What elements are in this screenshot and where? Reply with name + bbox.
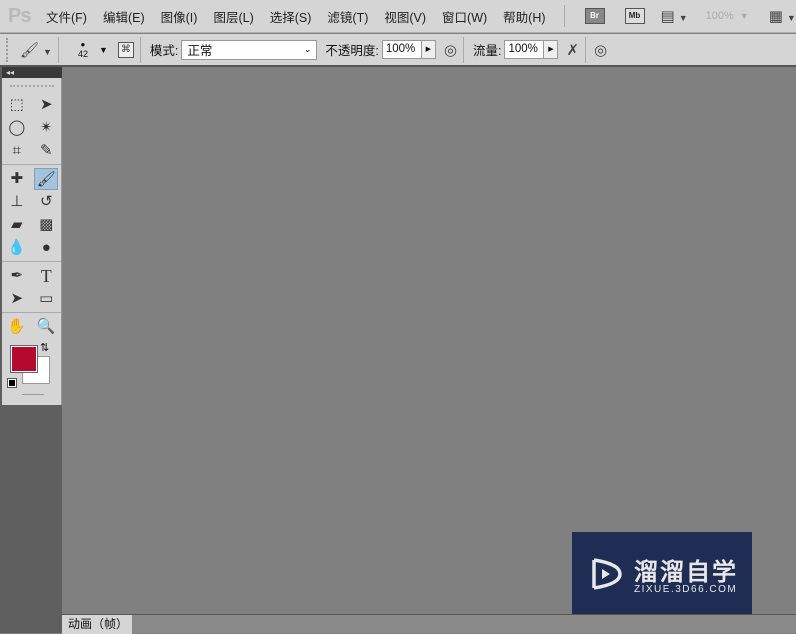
gradient-tool-icon[interactable]: ▩ bbox=[34, 214, 58, 236]
watermark-title: 溜溜自学 bbox=[634, 559, 738, 586]
menu-help[interactable]: 帮助(H) bbox=[503, 7, 545, 26]
flow-slider-button[interactable]: ▶ bbox=[544, 40, 559, 59]
default-colors-icon[interactable] bbox=[7, 378, 17, 388]
menu-bar: Ps 文件(F) 编辑(E) 图像(I) 图层(L) 选择(S) 滤镜(T) 视… bbox=[0, 0, 796, 33]
airbrush-icon[interactable]: ✗ bbox=[566, 41, 579, 59]
pen-tool-icon[interactable]: ✒ bbox=[5, 265, 29, 287]
pressure-size-icon[interactable]: ◎ bbox=[594, 41, 607, 59]
options-bar: 🖌 ▼ ● 42 ▼ ⌘ 模式: 正常 ⌄ 不透明度: 100% ▶ ◎ 流量: 10… bbox=[0, 34, 796, 67]
dodge-tool-icon[interactable]: ● bbox=[34, 237, 58, 259]
mini-bridge-button[interactable]: Mb bbox=[624, 8, 645, 24]
grip-handle[interactable] bbox=[6, 37, 10, 62]
brush-panel-toggle-icon[interactable]: ⌘ bbox=[117, 41, 134, 58]
eraser-tool-icon[interactable]: ▰ bbox=[5, 214, 29, 236]
clone-stamp-tool-icon[interactable]: ⊥ bbox=[5, 191, 29, 213]
healing-brush-tool-icon[interactable]: ✚ bbox=[5, 168, 29, 190]
photoshop-logo: Ps bbox=[8, 4, 31, 27]
watermark-logo: 溜溜自学 ZIXUE.3D66.COM bbox=[572, 532, 752, 616]
toolbar-collapse-button[interactable]: ◂◂ bbox=[2, 67, 62, 78]
crop-tool-icon[interactable]: ⌗ bbox=[5, 140, 29, 162]
magic-wand-tool-icon[interactable]: ✴ bbox=[34, 117, 58, 139]
play-logo-icon bbox=[592, 558, 622, 590]
screen-mode-icon[interactable]: ▤ ▼ bbox=[661, 7, 688, 25]
path-selection-tool-icon[interactable]: ➤ bbox=[5, 288, 29, 310]
divider bbox=[57, 36, 59, 63]
flow-input[interactable]: 100% bbox=[504, 40, 545, 59]
divider bbox=[139, 36, 141, 63]
bottom-panel: 动画（帧） bbox=[62, 614, 796, 634]
history-brush-tool-icon[interactable]: ↺ bbox=[34, 191, 58, 213]
menu-image[interactable]: 图像(I) bbox=[161, 7, 198, 26]
menu-view[interactable]: 视图(V) bbox=[384, 7, 426, 26]
opacity-label: 不透明度: bbox=[325, 44, 379, 58]
bridge-button[interactable]: Br bbox=[584, 8, 605, 24]
watermark-url: ZIXUE.3D66.COM bbox=[634, 584, 738, 595]
arrange-documents-icon[interactable]: ▦ ▼ bbox=[769, 7, 796, 25]
lasso-tool-icon[interactable]: ◯ bbox=[5, 117, 29, 139]
shape-tool-icon[interactable]: ▭ bbox=[34, 288, 58, 310]
menu-layer[interactable]: 图层(L) bbox=[213, 7, 253, 26]
tools-panel: ⬚ ➤ ◯ ✴ ⌗ ✎ ✚ 🖌 ⊥ ↺ ▰ ▩ 💧 ● ✒ T ➤ ▭ ✋ 🔍 ⇅ bbox=[2, 78, 62, 405]
type-tool-icon[interactable]: T bbox=[34, 265, 58, 287]
divider bbox=[563, 5, 565, 27]
zoom-level[interactable]: 100% bbox=[706, 10, 734, 22]
zoom-dropdown-icon[interactable]: ▼ bbox=[740, 11, 749, 21]
chevron-down-icon: ⌄ bbox=[303, 44, 312, 54]
brush-dropdown-icon[interactable]: ▼ bbox=[99, 45, 108, 55]
flow-label: 流量: bbox=[472, 44, 502, 58]
tab-animation-frames[interactable]: 动画（帧） bbox=[62, 615, 132, 634]
zoom-tool-icon[interactable]: 🔍 bbox=[34, 316, 58, 338]
mode-select[interactable]: 正常 ⌄ bbox=[181, 39, 318, 60]
move-tool-icon[interactable]: ➤ bbox=[34, 94, 58, 116]
menu-filter[interactable]: 滤镜(T) bbox=[327, 7, 368, 26]
marquee-tool-icon[interactable]: ⬚ bbox=[5, 94, 29, 116]
menu-window[interactable]: 窗口(W) bbox=[442, 7, 487, 26]
pressure-opacity-icon[interactable]: ◎ bbox=[444, 41, 457, 59]
divider bbox=[462, 36, 464, 63]
brush-tool-preset-icon[interactable]: 🖌 ▼ bbox=[20, 41, 52, 59]
opacity-slider-button[interactable]: ▶ bbox=[421, 40, 436, 59]
foreground-color-swatch[interactable] bbox=[10, 345, 38, 373]
brush-preset-picker[interactable]: ● 42 bbox=[73, 40, 93, 59]
divider bbox=[22, 394, 44, 395]
divider bbox=[585, 36, 587, 63]
blur-tool-icon[interactable]: 💧 bbox=[5, 237, 29, 259]
mode-label: 模式: bbox=[149, 44, 179, 58]
swap-colors-icon[interactable]: ⇅ bbox=[40, 341, 49, 354]
panel-grip[interactable] bbox=[9, 85, 54, 87]
mode-value: 正常 bbox=[187, 44, 213, 58]
menu-select[interactable]: 选择(S) bbox=[270, 7, 312, 26]
eyedropper-tool-icon[interactable]: ✎ bbox=[34, 140, 58, 162]
brush-tool-icon[interactable]: 🖌 bbox=[34, 167, 59, 190]
menu-edit[interactable]: 编辑(E) bbox=[103, 7, 145, 26]
menu-file[interactable]: 文件(F) bbox=[46, 7, 87, 26]
opacity-input[interactable]: 100% bbox=[381, 40, 422, 59]
hand-tool-icon[interactable]: ✋ bbox=[5, 316, 29, 338]
brush-size: 42 bbox=[77, 49, 88, 59]
